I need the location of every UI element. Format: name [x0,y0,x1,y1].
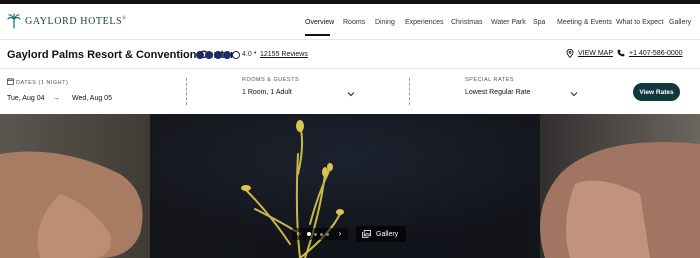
view-map-link[interactable]: VIEW MAP [566,49,613,58]
rooms-guests-select[interactable]: 1 Room, 1 Adult [242,89,292,96]
nav-overview[interactable]: Overview [305,19,334,26]
site-header: GAYLORD HOTELS® Overview Rooms Dining Ex… [0,4,700,40]
calendar-icon [7,78,14,85]
check-in-date[interactable]: Tue, Aug 04 [7,95,45,102]
nav-rooms[interactable]: Rooms [343,19,365,26]
rating-dot-filled [196,51,204,59]
nav-experiences[interactable]: Experiences [405,19,444,26]
rating-dot-empty [232,51,240,59]
nav-water-park[interactable]: Water Park [491,19,526,26]
rating-dots [196,51,240,59]
hero-photo [0,114,700,258]
nav-what-to-expect[interactable]: What to Expect [616,19,663,26]
phone-icon [617,49,625,57]
nav-spa[interactable]: Spa [533,19,545,26]
carousel-dot[interactable] [326,233,329,236]
special-rates-select[interactable]: Lowest Regular Rate [465,89,530,96]
chevron-down-icon[interactable] [570,91,578,97]
nav-gallery[interactable]: Gallery [669,19,691,26]
check-out-date[interactable]: Wed, Aug 05 [72,95,112,102]
rating-dot-filled [214,51,222,59]
active-nav-indicator [305,34,330,36]
carousel-dot[interactable] [307,232,311,236]
reviews-link[interactable]: 12155 Reviews [260,51,308,58]
field-divider [186,78,187,105]
chevron-down-icon[interactable] [347,91,355,97]
special-rates-label: SPECIAL RATES [465,77,514,83]
hero-image [0,114,700,258]
rating-dot-filled [223,51,231,59]
separator-bullet: • [254,50,257,57]
phone-link[interactable]: +1 407-586-0000 [617,49,683,57]
map-pin-icon [566,49,574,58]
nav-christmas[interactable]: Christmas [451,19,483,26]
dates-label: DATES (1 NIGHT) [16,80,69,86]
carousel-next-button[interactable]: › [336,229,344,239]
gallery-label: Gallery [376,230,399,238]
nav-meeting-events[interactable]: Meeting & Events [557,19,612,26]
field-divider [409,78,410,105]
nav-dining[interactable]: Dining [375,19,395,26]
rating-dot-filled [205,51,213,59]
view-map-label: VIEW MAP [578,50,614,57]
main-nav: Overview Rooms Dining Experiences Christ… [0,19,700,33]
gallery-button[interactable]: Gallery [356,226,406,242]
hotel-title-row: Gaylord Palms Resort & Convention Center… [0,40,700,68]
booking-bar: DATES (1 NIGHT) Tue, Aug 04 → Wed, Aug 0… [0,68,700,114]
rating-value: 4.0 [242,51,252,58]
carousel-dot[interactable] [314,233,317,236]
carousel-dot[interactable] [320,233,323,236]
date-arrow-icon: → [53,95,60,102]
gallery-icon [362,230,371,238]
rooms-guests-label: ROOMS & GUESTS [242,77,300,83]
carousel-prev-button[interactable]: ‹ [294,229,302,239]
phone-number: +1 407-586-0000 [629,49,683,57]
view-rates-button[interactable]: View Rates [633,83,680,101]
